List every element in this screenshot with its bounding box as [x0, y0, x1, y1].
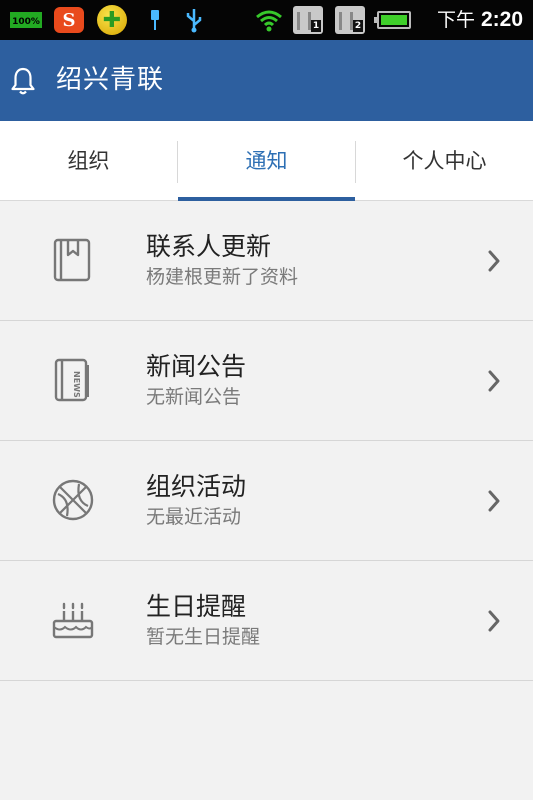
list-item-birthdays[interactable]: 生日提醒 暂无生日提醒	[0, 561, 533, 681]
tab-notifications[interactable]: 通知	[178, 121, 355, 201]
tab-organization[interactable]: 组织	[0, 121, 177, 201]
notification-list: 联系人更新 杨建根更新了资料 NEWS 新闻公告 无新闻公告 组织活动 无最近活…	[0, 201, 533, 681]
list-item-subtitle: 暂无生日提醒	[146, 626, 261, 648]
chevron-right-icon	[488, 610, 500, 632]
list-item-subtitle: 无新闻公告	[146, 386, 242, 408]
list-item-title: 新闻公告	[146, 352, 247, 381]
status-bar: 100% S ✚ 1 2 下午 2:20	[0, 0, 533, 40]
usb-debug-icon	[144, 6, 166, 34]
app-title: 绍兴青联	[56, 65, 165, 95]
birthday-cake-icon	[52, 602, 94, 639]
battery-icon	[374, 6, 414, 34]
status-ampm: 下午	[436, 10, 475, 31]
list-item-subtitle: 无最近活动	[146, 506, 242, 528]
app-bar: 绍兴青联	[0, 40, 533, 121]
security-app-icon: ✚	[94, 5, 130, 35]
list-item-title: 联系人更新	[146, 232, 272, 261]
status-clock: 下午 2:20	[437, 0, 523, 40]
chevron-right-icon	[488, 490, 500, 512]
sogou-app-letter: S	[54, 7, 84, 33]
sogou-app-icon: S	[52, 6, 86, 34]
sim1-label: 1	[311, 20, 321, 32]
list-item-contact-updates[interactable]: 联系人更新 杨建根更新了资料	[0, 201, 533, 321]
list-item-title: 生日提醒	[146, 592, 247, 621]
sim1-signal-icon: 1	[291, 6, 325, 34]
sim2-label: 2	[353, 20, 363, 32]
battery-widget-icon: 100%	[6, 6, 46, 34]
sim2-signal-icon: 2	[333, 6, 367, 34]
chevron-right-icon	[488, 370, 500, 392]
wifi-icon	[254, 6, 284, 34]
basketball-icon	[52, 479, 94, 521]
usb-connection-icon	[183, 6, 205, 34]
list-item-news[interactable]: NEWS 新闻公告 无新闻公告	[0, 321, 533, 441]
status-time: 2:20	[480, 8, 523, 31]
tab-bar: 组织 通知 个人中心	[0, 121, 533, 201]
list-item-activities[interactable]: 组织活动 无最近活动	[0, 441, 533, 561]
contacts-book-icon	[53, 238, 91, 282]
chevron-right-icon	[488, 250, 500, 272]
tab-personal-center[interactable]: 个人中心	[356, 121, 533, 201]
bell-icon[interactable]	[10, 66, 36, 96]
battery-widget-label: 100%	[10, 12, 42, 28]
news-icon: NEWS	[54, 358, 89, 402]
list-item-subtitle: 杨建根更新了资料	[146, 266, 299, 288]
list-item-title: 组织活动	[146, 472, 247, 501]
svg-text:NEWS: NEWS	[72, 371, 81, 398]
